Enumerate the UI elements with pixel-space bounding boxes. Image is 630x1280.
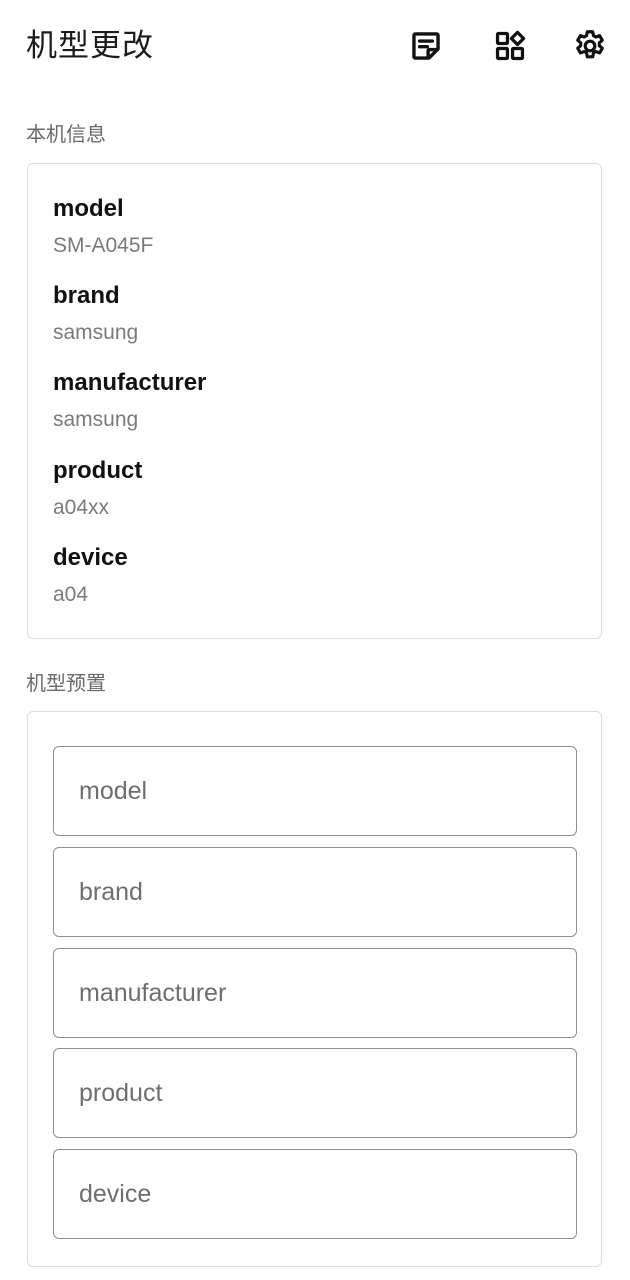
gear-icon [572,28,608,64]
info-value: samsung [53,408,139,431]
info-key: manufacturer [53,369,207,396]
info-key: device [53,544,128,571]
info-item-product: product a04xx [53,456,142,522]
widgets-icon [493,29,527,63]
product-field[interactable] [53,1048,577,1138]
device-field[interactable] [53,1149,577,1239]
device-info-card: model SM-A045F brand samsung manufacture… [27,163,602,639]
info-item-manufacturer: manufacturer samsung [53,368,206,434]
info-value: samsung [53,321,139,344]
model-field[interactable] [53,746,577,836]
app-bar: 机型更改 [0,0,630,96]
info-value: a04xx [53,496,110,519]
manufacturer-input[interactable] [54,949,576,1037]
info-key: product [53,457,143,484]
settings-button[interactable] [570,26,610,66]
brand-input[interactable] [54,848,576,936]
device-input[interactable] [54,1150,576,1238]
info-item-brand: brand samsung [53,281,138,347]
page-title: 机型更改 [26,28,154,64]
brand-field[interactable] [53,847,577,937]
info-key: brand [53,282,120,309]
presets-section-title: 机型预置 [26,671,106,695]
sticky-note-icon [409,29,443,63]
info-key: model [53,195,124,222]
manufacturer-field[interactable] [53,948,577,1038]
info-value: a04 [53,583,89,606]
info-item-device: device a04 [53,543,128,609]
notes-button[interactable] [406,26,446,66]
widgets-button[interactable] [490,26,530,66]
product-input[interactable] [54,1049,576,1137]
model-input[interactable] [54,747,576,835]
info-item-model: model SM-A045F [53,194,153,260]
info-value: SM-A045F [53,234,154,257]
presets-card [27,711,602,1267]
device-info-section-title: 本机信息 [26,122,106,146]
